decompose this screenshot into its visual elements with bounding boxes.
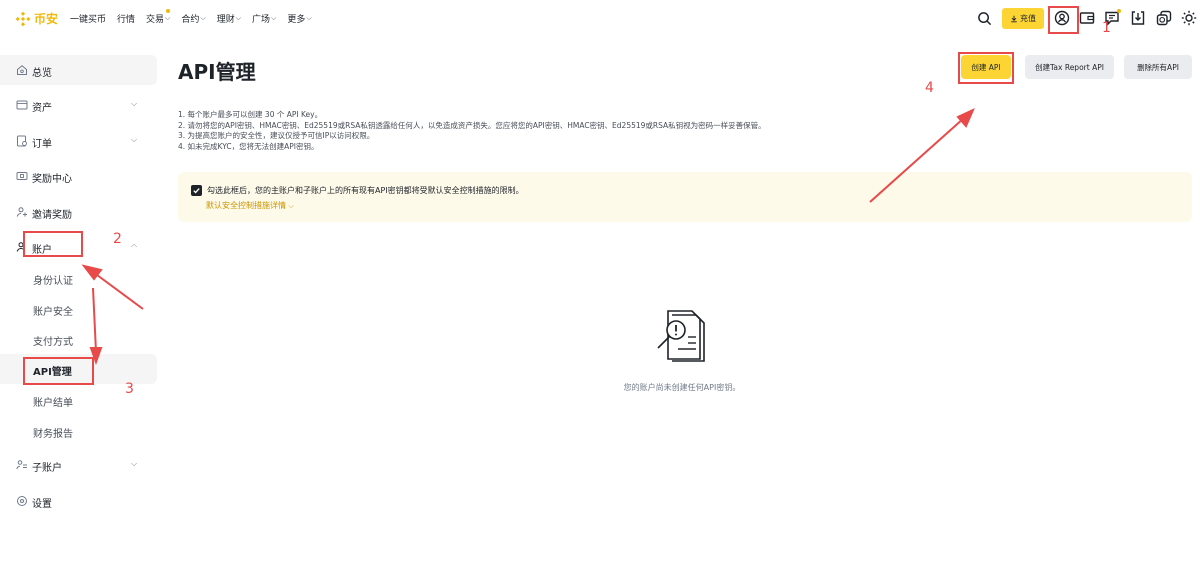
sidebar-item-label: 奖励中心 xyxy=(32,174,72,185)
note-line: 2. 请勿将您的API密钥、HMAC密钥、Ed25519或RSA私钥透露给任何人… xyxy=(178,120,766,130)
language-icon[interactable] xyxy=(1156,10,1172,26)
link-label: 默认安全控制措施详情 xyxy=(206,201,286,210)
chevron-down-icon: ⌵ xyxy=(288,202,294,210)
sidebar-item-assets[interactable]: 资产 ⌵ xyxy=(0,90,157,120)
annotation-number-4: 4 xyxy=(925,80,934,96)
sidebar-sub-identity[interactable]: 身份认证 xyxy=(0,263,157,293)
nav-buy-crypto[interactable]: 一键买币 xyxy=(70,12,106,25)
theme-icon[interactable] xyxy=(1181,10,1197,26)
dashboard-icon xyxy=(17,65,27,75)
nav-label: 一键买币 xyxy=(70,15,107,25)
annotation-number-1: 1 xyxy=(1102,20,1111,36)
annotation-number-3: 3 xyxy=(125,381,134,397)
api-notes: 1. 每个账户最多可以创建 30 个 API Key。 2. 请勿将您的API密… xyxy=(178,110,766,152)
security-notice: 勾选此框后，您的主账户和子账户上的所有现有API密钥都将受默认安全控制措施的限制… xyxy=(178,172,1192,222)
sidebar-sub-payment[interactable]: 支付方式 xyxy=(0,324,157,354)
sidebar-sub-label: 身份认证 xyxy=(33,276,73,287)
sidebar-sub-label: 支付方式 xyxy=(33,337,73,348)
referral-icon xyxy=(16,207,27,217)
chevron-down-icon: ⌵ xyxy=(235,14,242,22)
chevron-down-icon: ⌵ xyxy=(271,14,277,22)
sidebar-item-label: 邀请奖励 xyxy=(32,210,72,221)
notification-dot xyxy=(1117,9,1121,13)
chevron-up-icon: ⌵ xyxy=(131,242,138,251)
sidebar-item-label: 订单 xyxy=(32,139,52,150)
sidebar-item-orders[interactable]: 订单 ⌵ xyxy=(0,126,157,156)
binance-logo[interactable]: 币安 xyxy=(15,10,58,27)
button-label: 创建Tax Report API xyxy=(1035,62,1104,72)
default-security-checkbox[interactable] xyxy=(191,185,202,196)
annotation-box-4 xyxy=(958,52,1014,84)
sidebar-sub-financial-report[interactable]: 财务报告 xyxy=(0,416,157,446)
empty-state-text: 您的账户尚未创建任何API密钥。 xyxy=(623,383,741,392)
sub-account-icon xyxy=(16,460,27,470)
annotation-number-2: 2 xyxy=(113,231,122,247)
sidebar-sub-label: 账户安全 xyxy=(33,307,73,318)
main-nav: 一键买币 行情 交易 ⌵ 合约 ⌵ 理财 ⌵ 广场 ⌵ 更多 ⌵ xyxy=(70,9,312,25)
rewards-icon xyxy=(16,172,28,180)
nav-earn[interactable]: 理财 ⌵ xyxy=(217,12,241,25)
chevron-down-icon: ⌵ xyxy=(306,14,312,22)
new-dot xyxy=(166,9,171,13)
download-icon xyxy=(1011,15,1017,22)
nav-label: 广场 xyxy=(252,15,271,25)
note-line: 1. 每个账户最多可以创建 30 个 API Key。 xyxy=(178,110,323,119)
page-title: API管理 xyxy=(178,60,256,84)
sidebar-sub-label: 账户结单 xyxy=(33,398,73,409)
chevron-down-icon: ⌵ xyxy=(131,99,138,108)
search-icon[interactable] xyxy=(976,10,992,26)
nav-futures[interactable]: 合约 ⌵ xyxy=(181,12,205,25)
wallet-icon[interactable] xyxy=(1079,10,1095,26)
logo-text: 币安 xyxy=(34,12,59,26)
chevron-down-icon: ⌵ xyxy=(165,14,171,22)
assets-icon xyxy=(16,100,28,110)
binance-logo-icon xyxy=(15,11,31,26)
nav-square[interactable]: 广场 ⌵ xyxy=(252,12,276,25)
deposit-button[interactable]: 充值 xyxy=(1002,8,1044,29)
button-label: 删除所有API xyxy=(1137,62,1179,72)
nav-label: 理财 xyxy=(216,15,235,25)
sidebar-item-rewards[interactable]: 奖励中心 xyxy=(0,161,157,191)
sidebar-item-label: 资产 xyxy=(32,103,52,114)
sidebar-item-label: 设置 xyxy=(32,499,52,510)
arrowhead xyxy=(956,107,975,128)
nav-label: 交易 xyxy=(146,15,165,25)
sidebar-sub-security[interactable]: 账户安全 xyxy=(0,294,157,324)
sidebar-item-label: 子账户 xyxy=(32,463,62,474)
top-navbar: 币安 一键买币 行情 交易 ⌵ 合约 ⌵ 理财 ⌵ 广场 ⌵ 更多 ⌵ 充值 xyxy=(0,0,1200,38)
nav-trade[interactable]: 交易 ⌵ xyxy=(146,9,171,25)
note-line: 3. 为提高您账户的安全性，建议仅授予可信IP以访问权限。 xyxy=(178,131,375,140)
orders-icon xyxy=(17,135,27,147)
nav-label: 更多 xyxy=(287,15,306,25)
note-line: 4. 如未完成KYC，您将无法创建API密钥。 xyxy=(178,141,319,151)
checkmark-icon xyxy=(193,188,200,194)
annotation-box-2 xyxy=(23,231,83,257)
deposit-label: 充值 xyxy=(1020,14,1036,23)
sidebar-item-dashboard[interactable]: 总览 xyxy=(0,55,157,85)
notice-text: 勾选此框后，您的主账户和子账户上的所有现有API密钥都将受默认安全控制措施的限制… xyxy=(207,186,524,195)
sidebar-item-label: 总览 xyxy=(32,68,52,79)
security-details-link[interactable]: 默认安全控制措施详情 ⌵ xyxy=(206,200,294,211)
empty-document-icon xyxy=(657,310,705,362)
chevron-down-icon: ⌵ xyxy=(131,135,138,144)
create-tax-report-api-button[interactable]: 创建Tax Report API xyxy=(1025,55,1114,79)
sidebar-sub-label: 财务报告 xyxy=(33,429,73,440)
chevron-down-icon: ⌵ xyxy=(131,459,138,468)
app-download-icon[interactable] xyxy=(1130,10,1146,26)
sidebar-item-settings[interactable]: 设置 xyxy=(0,486,157,516)
nav-markets[interactable]: 行情 xyxy=(117,12,135,25)
delete-all-api-button[interactable]: 删除所有API xyxy=(1124,55,1192,79)
nav-label: 行情 xyxy=(117,15,136,25)
nav-label: 合约 xyxy=(181,15,200,25)
sidebar-item-sub-account[interactable]: 子账户 ⌵ xyxy=(0,450,157,480)
nav-more[interactable]: 更多 ⌵ xyxy=(287,12,311,25)
chevron-down-icon: ⌵ xyxy=(200,14,206,22)
settings-icon xyxy=(17,496,27,506)
annotation-box-1 xyxy=(1048,6,1079,34)
sidebar-item-referral[interactable]: 邀请奖励 xyxy=(0,197,157,227)
annotation-box-3 xyxy=(23,357,94,385)
